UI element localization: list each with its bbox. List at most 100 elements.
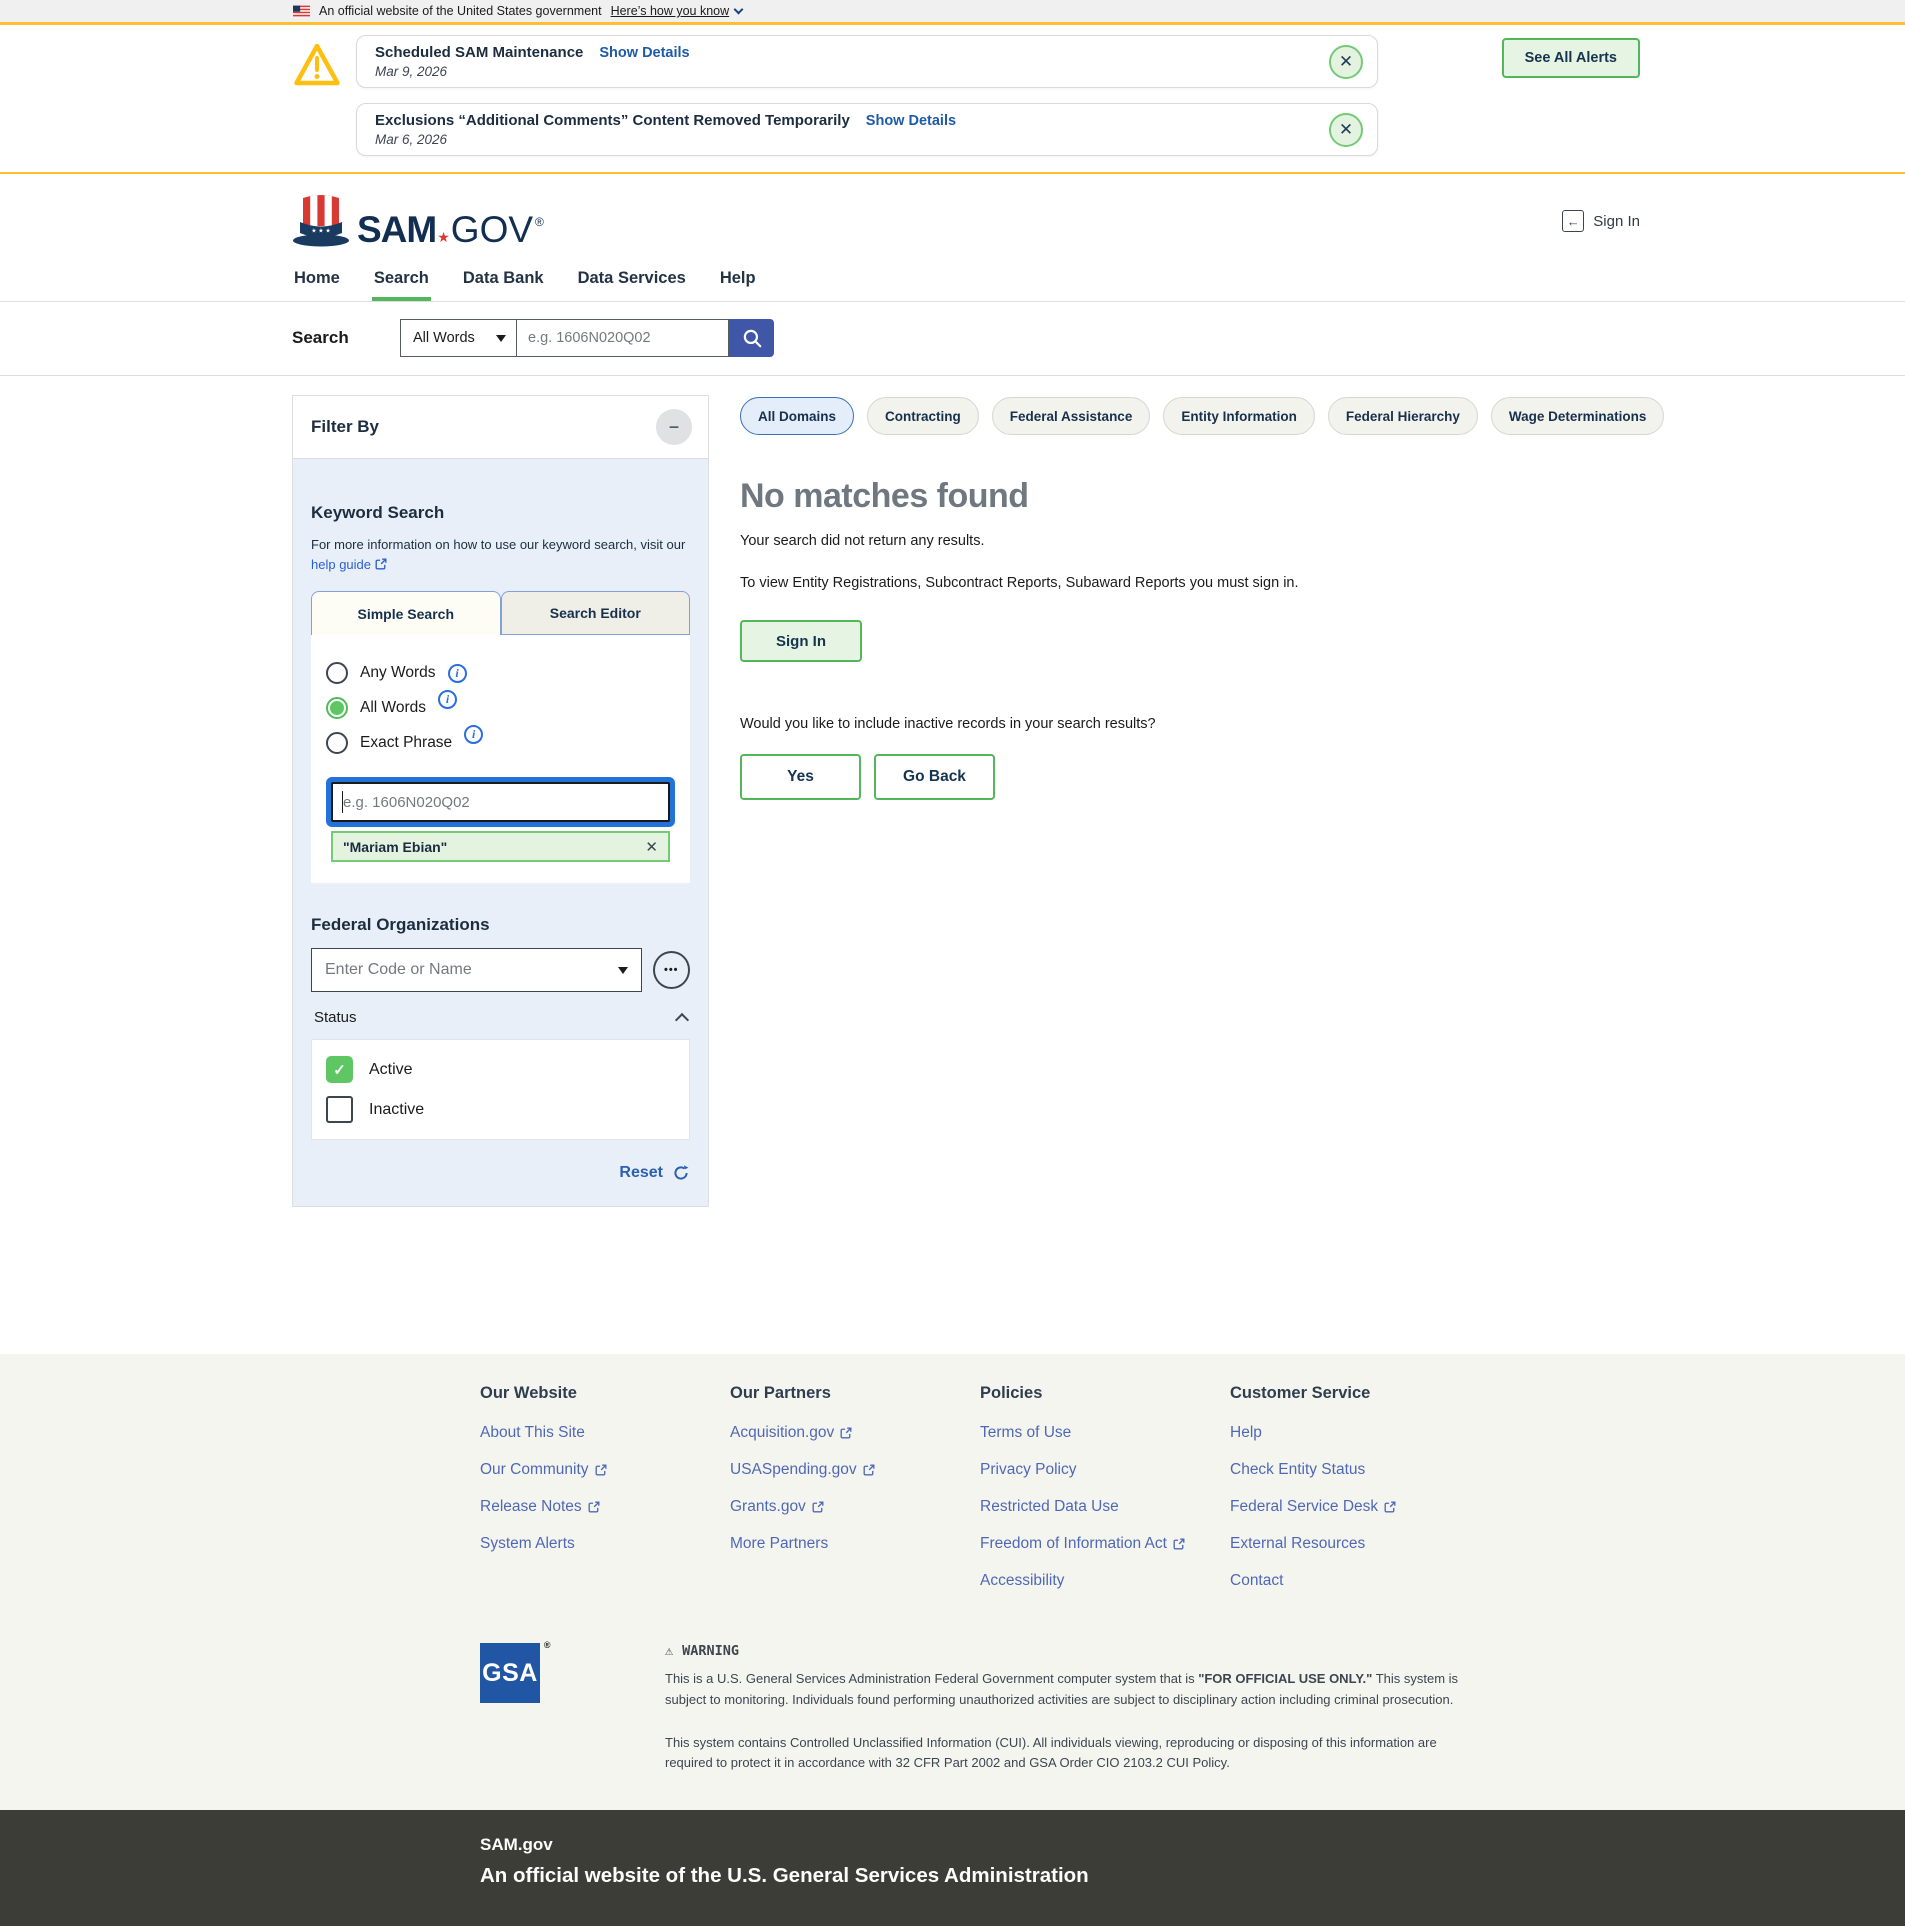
sam-gov-logo[interactable]: ★ ★ ★ SAM ★ GOV ® [292,194,544,248]
footer-link[interactable]: Restricted Data Use [980,1498,1230,1516]
sign-in-button[interactable]: Sign In [740,620,862,662]
external-link-icon [595,1464,607,1476]
external-link-icon [812,1501,824,1513]
footer-link[interactable]: System Alerts [480,1535,730,1553]
alert-card: Exclusions “Additional Comments” Content… [356,103,1378,156]
show-details-link[interactable]: Show Details [599,45,689,61]
footer-link[interactable]: Release Notes [480,1498,730,1516]
minus-icon: − [669,417,680,437]
chevron-down-icon [734,4,744,14]
footer-link[interactable]: Privacy Policy [980,1461,1230,1479]
checkbox-active[interactable]: ✓ [326,1056,353,1083]
search-mode-select[interactable]: All Words [400,319,517,357]
domain-pill-all-domains[interactable]: All Domains [740,397,854,435]
footer-link[interactable]: Check Entity Status [1230,1461,1480,1479]
keyword-input-placeholder: e.g. 1606N020Q02 [343,794,470,811]
no-matches-title: No matches found [740,477,1664,516]
domain-pill-federal-assistance[interactable]: Federal Assistance [992,397,1151,435]
registered-mark: ® [535,216,544,228]
checkbox-label: Inactive [369,1101,424,1119]
info-icon[interactable]: i [464,725,483,744]
external-link-icon [840,1427,852,1439]
footer-link[interactable]: Acquisition.gov [730,1424,980,1442]
filter-panel: Filter By − Keyword Search For more info… [292,395,709,1207]
federal-orgs-input[interactable] [325,961,595,979]
footer-link[interactable]: External Resources [1230,1535,1480,1553]
keyword-search-heading: Keyword Search [311,503,690,523]
footer-link[interactable]: Terms of Use [980,1424,1230,1442]
keyword-tag-text: "Mariam Ebian" [343,839,447,855]
search-row: Search All Words [0,302,1905,376]
keyword-tabs: Simple Search Search Editor [311,591,690,635]
alert-card: Scheduled SAM Maintenance Show Details M… [356,35,1378,88]
sign-in-icon: ← [1562,210,1584,232]
footer-link[interactable]: Help [1230,1424,1480,1442]
checkbox-inactive[interactable] [326,1096,353,1123]
footer-link[interactable]: Federal Service Desk [1230,1498,1480,1516]
more-options-button[interactable]: ••• [653,951,691,989]
yes-button[interactable]: Yes [740,754,861,800]
radio-all-words[interactable] [326,697,348,719]
info-icon[interactable]: i [448,664,467,683]
main-content: Filter By − Keyword Search For more info… [0,376,1905,1354]
nav-item-help[interactable]: Help [718,260,758,301]
main-nav: Home Search Data Bank Data Services Help [0,260,1905,302]
warning-icon: ⚠ [665,1643,673,1659]
results-area: All Domains Contracting Federal Assistan… [740,395,1664,800]
collapse-filter-button[interactable]: − [656,409,692,445]
close-icon[interactable]: ✕ [1329,45,1363,79]
radio-exact-phrase[interactable] [326,732,348,754]
help-guide-link[interactable]: help guide [311,557,387,572]
domain-pill-wage-determinations[interactable]: Wage Determinations [1491,397,1665,435]
alert-title: Scheduled SAM Maintenance [375,44,583,61]
include-inactive-question: Would you like to include inactive recor… [740,716,1664,732]
footer-link[interactable]: Our Community [480,1461,730,1479]
filter-by-title: Filter By [311,417,379,437]
reset-filters-link[interactable]: Reset [619,1164,663,1182]
info-icon[interactable]: i [438,690,457,709]
nav-item-home[interactable]: Home [292,260,342,301]
tab-search-editor[interactable]: Search Editor [501,591,691,635]
go-back-button[interactable]: Go Back [874,754,995,800]
header-sign-in-link[interactable]: ← Sign In [1562,210,1640,232]
nav-item-search[interactable]: Search [372,260,431,301]
how-you-know-link[interactable]: Here’s how you know [611,4,743,18]
radio-any-words[interactable] [326,662,348,684]
status-options-box: ✓ Active Inactive [311,1039,690,1140]
external-link-icon [863,1464,875,1476]
footer-link[interactable]: Freedom of Information Act [980,1535,1230,1553]
search-submit-button[interactable] [729,319,774,357]
reset-icon [672,1164,690,1182]
chevron-up-icon[interactable] [675,1013,689,1027]
footer-column-policies: Policies Terms of Use Privacy Policy Res… [980,1384,1230,1609]
nav-item-data-services[interactable]: Data Services [576,260,688,301]
domain-pill-entity-information[interactable]: Entity Information [1163,397,1315,435]
footer-link[interactable]: USASpending.gov [730,1461,980,1479]
footer-link[interactable]: Grants.gov [730,1498,980,1516]
domain-pill-contracting[interactable]: Contracting [867,397,979,435]
domain-pill-federal-hierarchy[interactable]: Federal Hierarchy [1328,397,1478,435]
warning-paragraph-2: This system contains Controlled Unclassi… [665,1733,1475,1775]
nav-item-data-bank[interactable]: Data Bank [461,260,546,301]
show-details-link[interactable]: Show Details [866,113,956,129]
alert-title: Exclusions “Additional Comments” Content… [375,112,850,129]
footer-link[interactable]: Accessibility [980,1572,1230,1590]
federal-orgs-combobox[interactable] [311,948,642,992]
global-search-input[interactable] [517,319,729,357]
uncle-sam-hat-icon: ★ ★ ★ [292,194,350,248]
see-all-alerts-button[interactable]: See All Alerts [1502,38,1640,78]
footer-link[interactable]: About This Site [480,1424,730,1442]
search-icon [741,327,763,349]
footer-link[interactable]: More Partners [730,1535,980,1553]
search-label: Search [292,328,400,348]
close-icon[interactable]: ✕ [1329,113,1363,147]
domain-filter-row: All Domains Contracting Federal Assistan… [740,397,1664,435]
star-icon: ★ [437,230,450,244]
tab-simple-search[interactable]: Simple Search [311,591,501,635]
alerts-section: Scheduled SAM Maintenance Show Details M… [0,25,1905,174]
keyword-input[interactable]: e.g. 1606N020Q02 [331,782,670,822]
status-section-label: Status [314,1009,357,1026]
remove-tag-icon[interactable]: ✕ [645,838,658,856]
footer-link[interactable]: Contact [1230,1572,1480,1590]
radio-label: All Words [360,699,426,717]
